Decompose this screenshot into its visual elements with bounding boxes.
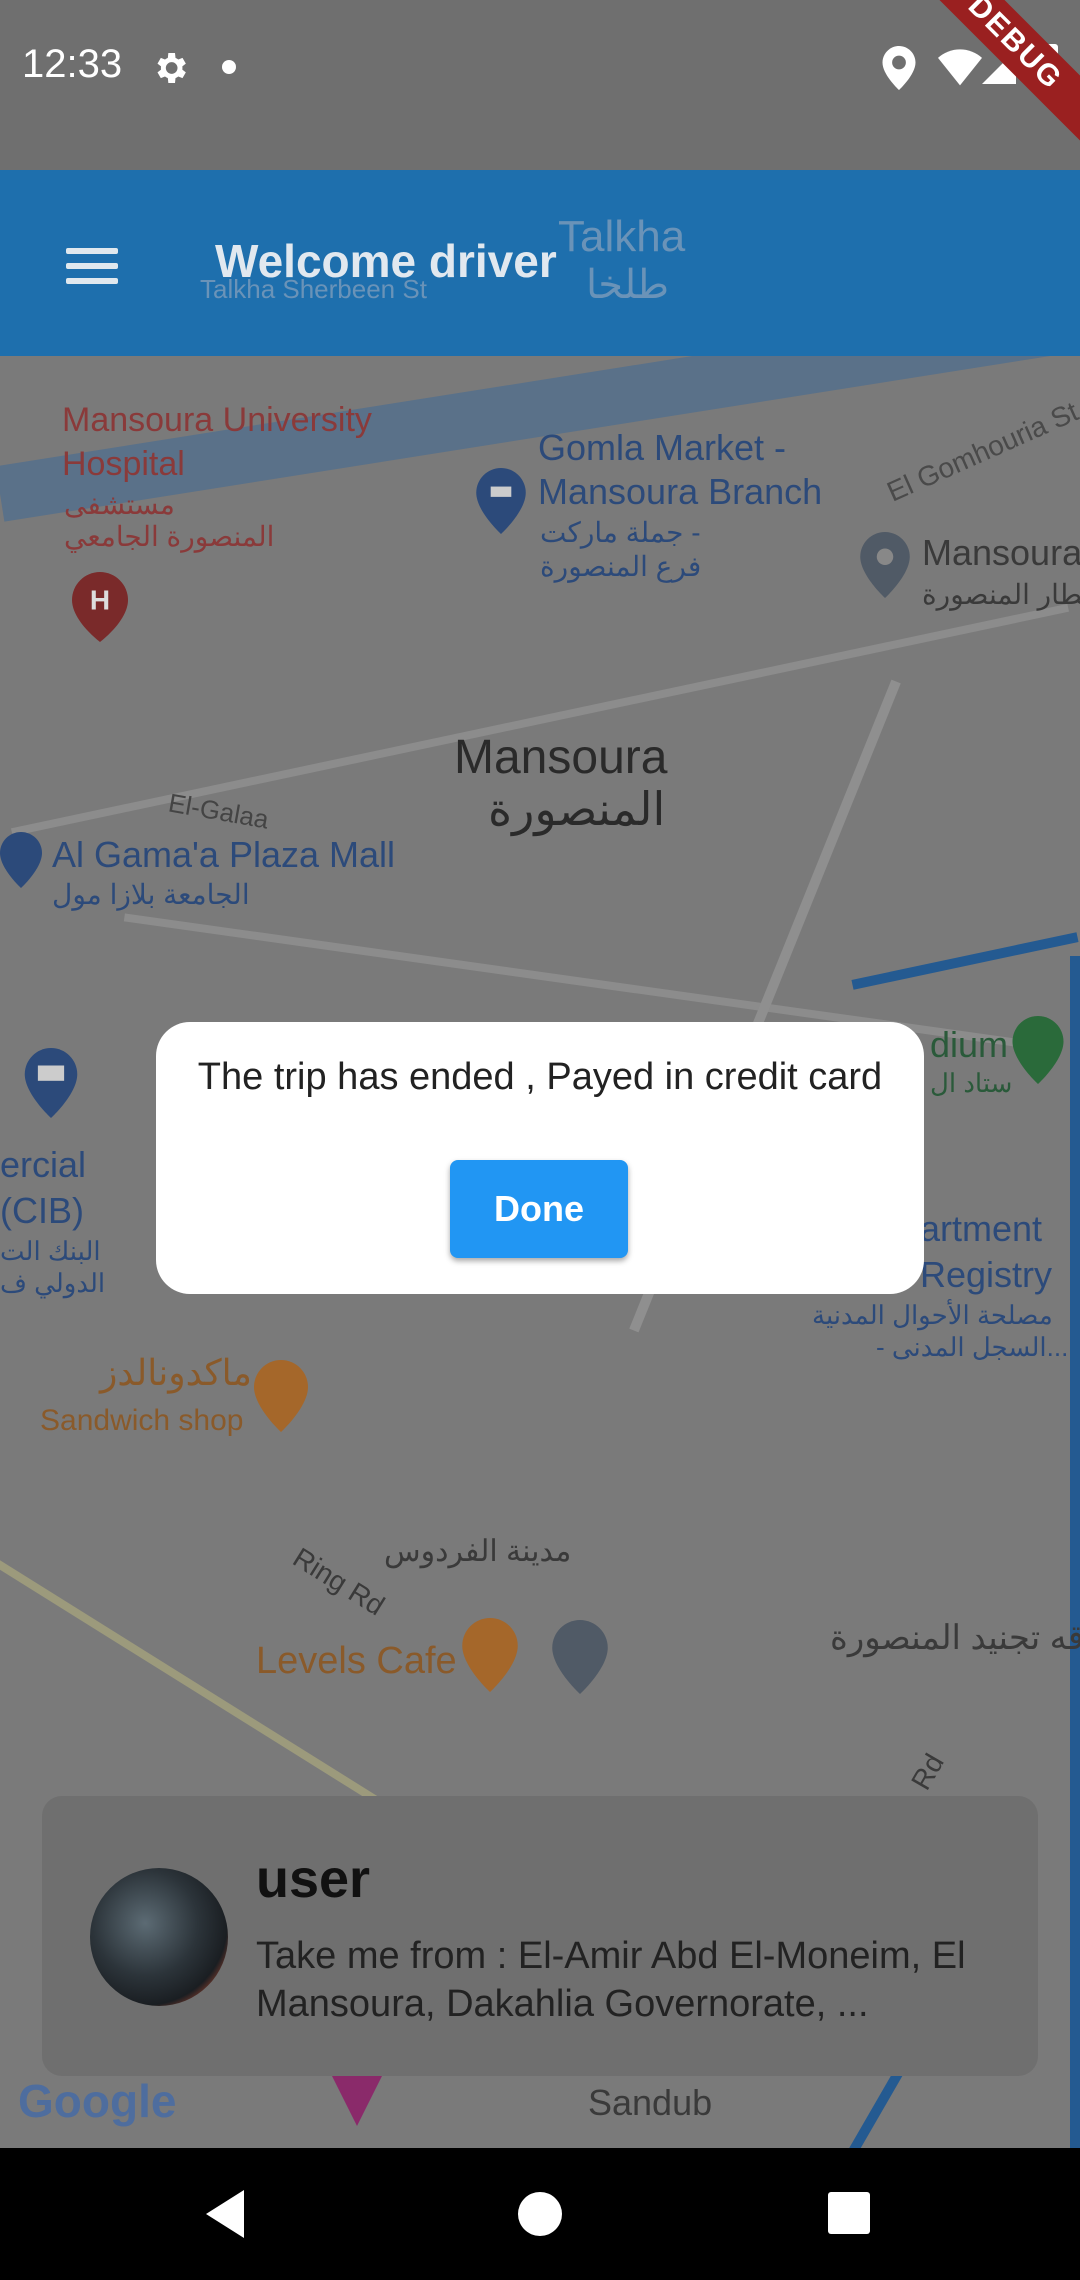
route-line bbox=[1070, 956, 1080, 2148]
stadium-pin-icon[interactable] bbox=[1012, 1016, 1064, 1084]
map-label-city-ar: المنصورة bbox=[488, 783, 666, 835]
map-label-mall-ar: الجامعة بلازا مول bbox=[52, 879, 250, 910]
map-label-cib-ar: البنك الت bbox=[0, 1236, 101, 1266]
map-label-city: Mansoura bbox=[454, 731, 668, 784]
location-icon bbox=[882, 46, 916, 90]
map-label-registry-ar-2: - السجل المدنى... bbox=[876, 1332, 1069, 1362]
ride-request-card[interactable]: user Take me from : El-Amir Abd El-Monei… bbox=[42, 1796, 1038, 2076]
map-label-registry-ar: مصلحة الأحوال المدنية bbox=[812, 1300, 1053, 1330]
school-pin-icon[interactable] bbox=[552, 1620, 608, 1694]
page-title: Welcome driver bbox=[215, 235, 557, 287]
map-label-ring-rd: Ring Rd bbox=[287, 1541, 390, 1622]
map-label-gomla: Gomla Market - Mansoura Branch bbox=[538, 427, 823, 512]
route-marker-icon bbox=[332, 2076, 382, 2126]
menu-icon[interactable] bbox=[66, 248, 118, 284]
map-label-mansoura-station-ar: قطار المنصورة bbox=[922, 579, 1080, 610]
svg-text:H: H bbox=[90, 584, 110, 615]
map-label-gomla-ar: جملة ماركت - bbox=[540, 517, 701, 548]
shopping-cart-pin-icon[interactable] bbox=[476, 468, 526, 534]
avatar bbox=[90, 1868, 228, 2006]
map-label-talkha-ar: طلخا bbox=[586, 263, 670, 307]
map-label-ferdous-ar: مدينة الفردوس bbox=[384, 1535, 572, 1568]
map-label-tagneed-ar: قه تجنيد المنصورة bbox=[830, 1619, 1080, 1657]
mall-pin-icon[interactable] bbox=[0, 832, 42, 888]
done-button[interactable]: Done bbox=[450, 1160, 628, 1258]
map-label-el-galaa: El-Galaa bbox=[166, 787, 272, 835]
map-label-sandub: Sandub bbox=[588, 2082, 713, 2123]
notification-dot-icon bbox=[222, 60, 236, 74]
restaurant-pin-icon[interactable] bbox=[254, 1360, 308, 1432]
map-label-hospital-ar-2: المنصورة الجامعي bbox=[64, 521, 275, 552]
map-label-cib-ar-2: الدولي ف bbox=[0, 1268, 106, 1298]
map-label-hospital: Mansoura University Hospital bbox=[62, 401, 372, 483]
cafe-pin-icon[interactable] bbox=[462, 1618, 518, 1692]
hospital-pin-icon[interactable]: H bbox=[72, 572, 128, 642]
route-line bbox=[851, 932, 1079, 990]
settings-gear-icon bbox=[150, 48, 190, 88]
map-label-cib: ercial bbox=[0, 1144, 87, 1185]
map-label-gomhouria: El Gomhouria St bbox=[882, 395, 1080, 508]
map-label-sandwich-shop: Sandwich shop bbox=[40, 1404, 244, 1437]
home-button[interactable] bbox=[518, 2192, 562, 2236]
map-label-mall: Al Gama'a Plaza Mall bbox=[52, 834, 396, 875]
trip-ended-dialog: The trip has ended , Payed in credit car… bbox=[156, 1022, 924, 1294]
map-label-stadium: dium bbox=[930, 1024, 1009, 1065]
atm-pin-icon[interactable] bbox=[24, 1048, 78, 1118]
map-label-registry-2: Registry bbox=[920, 1254, 1053, 1295]
dialog-message: The trip has ended , Payed in credit car… bbox=[197, 1056, 883, 1098]
wifi-icon bbox=[938, 48, 982, 86]
rider-name: user bbox=[256, 1849, 371, 1909]
recents-button[interactable] bbox=[828, 2192, 870, 2234]
station-pin-icon[interactable] bbox=[860, 532, 910, 598]
status-time: 12:33 bbox=[22, 42, 123, 86]
map-label-mansoura-station: Mansoura bbox=[922, 532, 1080, 573]
map-label-talkha: Talkha bbox=[558, 212, 686, 261]
map-label-gomla-ar-2: فرع المنصورة bbox=[540, 551, 702, 582]
map-label-registry: artment bbox=[920, 1208, 1043, 1249]
map-label-cib-2: (CIB) bbox=[0, 1190, 84, 1231]
map-label-rd: Rd bbox=[905, 1748, 950, 1796]
pickup-location: Take me from : El-Amir Abd El-Moneim, El… bbox=[256, 1935, 966, 2025]
map-label-stadium-ar: ستاد ال bbox=[930, 1068, 1013, 1098]
map-label-hospital-ar: مستشفى bbox=[64, 489, 175, 520]
back-button[interactable] bbox=[206, 2190, 244, 2238]
map-label-mcdonalds-ar: ماكدونالدز bbox=[100, 1352, 252, 1393]
google-logo: Google bbox=[18, 2075, 177, 2127]
map-label-levels-cafe: Levels Cafe bbox=[256, 1640, 457, 1682]
